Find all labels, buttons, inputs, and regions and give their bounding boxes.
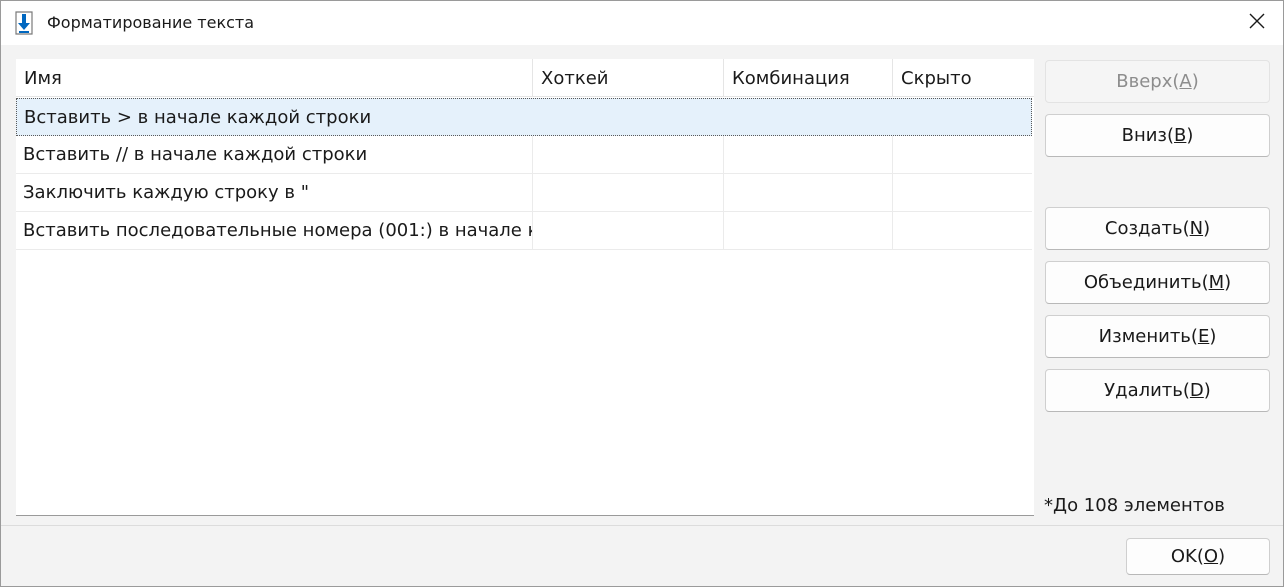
table-row[interactable]: Вставить // в начале каждой строки [16,136,1032,174]
cell-hotkey [533,174,724,211]
cell-name: Вставить последовательные номера (001:) … [16,212,533,249]
close-button[interactable] [1231,1,1283,45]
button-label: Создать( [1104,218,1190,239]
window-title: Форматирование текста [47,13,255,32]
footer-divider [1,525,1283,526]
button-hotkey: B [1174,125,1187,146]
table-row[interactable]: Вставить > в начале каждой строки [16,98,1032,136]
cell-name: Вставить // в начале каждой строки [16,136,533,173]
button-hotkey: E [1197,326,1210,347]
button-label: Объединить( [1083,272,1209,293]
button-hotkey: A [1179,71,1192,92]
column-header-name[interactable]: Имя [16,59,533,97]
button-hotkey: O [1203,546,1219,567]
button-label-end: ) [1203,218,1211,239]
button-label-end: ) [1224,272,1232,293]
button-hotkey: D [1189,380,1204,401]
create-button[interactable]: Создать(N) [1045,207,1270,250]
column-header-hotkey[interactable]: Хоткей [533,59,724,97]
cell-hidden [893,212,1032,249]
cell-hotkey [533,212,724,249]
move-down-button[interactable]: Вниз(B) [1045,114,1270,157]
button-label-end: ) [1186,125,1194,146]
column-header-combination[interactable]: Комбинация [724,59,893,97]
cell-name: Заключить каждую строку в " [16,174,533,211]
cell-combination [724,174,893,211]
button-label: Изменить( [1098,326,1198,347]
button-label-end: ) [1191,71,1199,92]
cell-hotkey [533,99,724,136]
cell-hidden [893,99,1031,136]
cell-hidden [893,174,1032,211]
cell-combination [724,212,893,249]
button-label: Вниз( [1121,125,1175,146]
download-arrow-icon [13,11,35,35]
button-hotkey: N [1189,218,1204,239]
cell-combination [724,136,893,173]
button-hotkey: M [1208,272,1225,293]
column-header-hidden[interactable]: Скрыто [893,59,1034,97]
button-label-end: ) [1203,380,1211,401]
table-row[interactable]: Вставить последовательные номера (001:) … [16,212,1032,250]
button-label-end: ) [1218,546,1226,567]
move-up-button[interactable]: Вверх(A) [1045,60,1270,103]
ok-button[interactable]: OK(O) [1126,538,1270,575]
button-label: OK( [1170,546,1204,567]
dialog-window: Форматирование текста Имя Хоткей Комбина… [0,0,1284,587]
button-label-end: ) [1209,326,1217,347]
cell-name: Вставить > в начале каждой строки [24,107,372,128]
list-header: Имя Хоткей Комбинация Скрыто [16,59,1034,97]
table-row[interactable]: Заключить каждую строку в " [16,174,1032,212]
format-list[interactable]: Имя Хоткей Комбинация Скрыто Вставить > … [16,59,1034,516]
edit-button[interactable]: Изменить(E) [1045,315,1270,358]
cell-hotkey [533,136,724,173]
button-label: Вверх( [1116,71,1180,92]
delete-button[interactable]: Удалить(D) [1045,369,1270,412]
button-label: Удалить( [1104,380,1190,401]
title-bar: Форматирование текста [1,1,1283,45]
close-icon [1249,13,1265,33]
cell-combination [724,99,893,136]
item-limit-note: *До 108 элементов [1044,495,1225,516]
merge-button[interactable]: Объединить(M) [1045,261,1270,304]
cell-hidden [893,136,1032,173]
